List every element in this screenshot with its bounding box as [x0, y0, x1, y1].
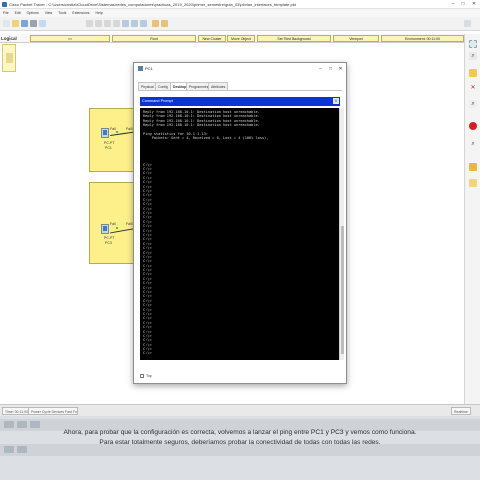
menu-tools[interactable]: Tools	[58, 11, 66, 15]
select-icon[interactable]	[469, 40, 477, 48]
complex-pdu-icon[interactable]	[469, 179, 477, 187]
save-icon[interactable]	[21, 20, 28, 27]
pc1-port-label: Fa0	[110, 127, 117, 131]
open-folder-icon[interactable]	[12, 20, 19, 27]
window-maximize-icon[interactable]: □	[326, 63, 335, 75]
redo-icon[interactable]	[113, 20, 120, 27]
command-prompt-title: Command Prompt	[142, 99, 173, 103]
window-minimize-icon[interactable]: –	[316, 63, 325, 75]
pc3-link-status-dot	[116, 227, 118, 229]
command-prompt-header: Command Prompt X	[140, 97, 340, 106]
command-prompt-close-button[interactable]: X	[333, 98, 339, 104]
end-devices-icon[interactable]	[17, 421, 27, 428]
zoom-reset-icon[interactable]	[131, 20, 138, 27]
maximize-icon[interactable]: □	[458, 0, 468, 9]
network-devices-icon[interactable]	[4, 421, 14, 428]
power-cycle-button[interactable]: Power Cycle Devices Fast Forward Time	[28, 407, 78, 415]
tab-physical[interactable]: Physical	[138, 82, 157, 90]
back-button[interactable]: <<	[30, 35, 110, 42]
draw-shape-icon[interactable]	[469, 122, 477, 130]
menu-view[interactable]: View	[45, 11, 53, 15]
menu-edit[interactable]: Edit	[15, 11, 21, 15]
window-title: Cisco Packet Tracer - C:\Users\cristia\i…	[9, 2, 296, 7]
navigation-panel[interactable]	[2, 44, 16, 72]
set-tiled-background-button[interactable]: Set Tiled Background	[257, 35, 331, 42]
pc1-device-icon[interactable]	[101, 128, 109, 138]
window-close-icon[interactable]: ✕	[336, 63, 345, 75]
device-type-selection-box: Ahora, para probar que la configuración …	[0, 416, 480, 480]
misc-icon[interactable]	[17, 446, 27, 453]
pc1-name-label: PC1	[105, 146, 112, 150]
menu-bar: File Edit Options View Tools Extensions …	[0, 9, 480, 17]
top-checkbox[interactable]: Top	[140, 374, 152, 379]
pc3-model-label: PC-PT	[104, 236, 115, 240]
inspect-icon[interactable]: ⌕	[469, 52, 477, 60]
menu-options[interactable]: Options	[27, 11, 39, 15]
new-file-icon[interactable]	[3, 20, 10, 27]
paste-icon[interactable]	[95, 20, 102, 27]
drawing-palette-icon[interactable]	[152, 20, 159, 27]
pc3-device-icon[interactable]	[101, 224, 109, 234]
new-cluster-button[interactable]: New Cluster	[198, 35, 226, 42]
terminal-line: C:\>	[143, 351, 152, 356]
custom-devices-icon[interactable]	[161, 20, 168, 27]
cluster-icon	[6, 53, 13, 63]
pc1-device-window: PC1 – □ ✕ Physical Config Desktop Progra…	[133, 62, 347, 384]
zoom-in-icon[interactable]	[122, 20, 129, 27]
zoom-icon[interactable]: ⌕	[469, 100, 477, 108]
subtitle-line-2: Para estar totalmente seguros, deberíamo…	[99, 439, 381, 446]
terminal-scrollbar-thumb[interactable]	[341, 226, 344, 354]
minimize-icon[interactable]: –	[448, 0, 458, 9]
subtitle-line-1: Ahora, para probar que la configuración …	[63, 429, 417, 436]
copy-icon[interactable]	[86, 20, 93, 27]
terminal-scrollbar[interactable]	[339, 108, 344, 360]
logical-mode-label[interactable]: Logical	[1, 34, 17, 43]
pc1-window-title: PC1	[145, 66, 153, 71]
time-display: Time: 00:11:00	[2, 407, 31, 415]
tab-config[interactable]: Config	[155, 82, 171, 90]
help-icon[interactable]	[464, 20, 471, 27]
top-checkbox-label: Top	[146, 374, 152, 378]
pc3-port-label: Fa0	[110, 222, 117, 226]
components-icon[interactable]	[30, 421, 40, 428]
viewport-button[interactable]: Viewport	[333, 35, 379, 42]
vlan-zone-top	[89, 108, 137, 172]
print-icon[interactable]	[30, 20, 37, 27]
root-breadcrumb[interactable]: Root	[112, 35, 196, 42]
pc1-window-titlebar[interactable]: PC1 – □ ✕	[134, 63, 346, 75]
main-toolbar	[0, 17, 480, 31]
pc-icon	[138, 66, 143, 71]
environment-button[interactable]: Environment: 00:11:00	[381, 35, 464, 42]
connections-icon[interactable]	[4, 446, 14, 453]
pc1-model-label: PC-PT	[104, 141, 115, 145]
simple-pdu-icon[interactable]	[469, 163, 477, 171]
tab-divider	[138, 90, 342, 91]
packet-tracer-icon	[2, 2, 7, 7]
common-tools-bar: ⌕ ✕ ⌕ ⌕	[464, 34, 480, 404]
close-icon[interactable]: ✕	[469, 0, 479, 9]
workspace-bar: Logical << Root New Cluster Move Object …	[0, 34, 464, 43]
zoom-out-icon[interactable]	[140, 20, 147, 27]
app-title-bar: Cisco Packet Tracer - C:\Users\cristia\i…	[0, 0, 480, 9]
menu-extensions[interactable]: Extensions	[72, 11, 89, 15]
realtime-mode-label[interactable]: Realtime	[451, 407, 471, 415]
delete-icon[interactable]: ✕	[469, 84, 477, 92]
menu-help[interactable]: Help	[95, 11, 102, 15]
realtime-bar: Time: 00:11:00 Power Cycle Devices Fast …	[0, 404, 480, 416]
move-object-button[interactable]: Move Object	[227, 35, 255, 42]
pc1-link-status-dot	[116, 131, 118, 133]
undo-icon[interactable]	[104, 20, 111, 27]
top-checkbox-box[interactable]	[140, 374, 144, 379]
menu-file[interactable]: File	[3, 11, 9, 15]
tab-attributes[interactable]: Attributes	[208, 82, 229, 90]
note-icon[interactable]	[469, 69, 477, 77]
activity-wizard-icon[interactable]	[39, 20, 46, 27]
command-prompt-terminal[interactable]: Reply from 192.168.10.1: Destination hos…	[140, 108, 339, 360]
pc3-name-label: PC3	[105, 241, 112, 245]
resize-shape-icon[interactable]: ⌕	[469, 140, 477, 148]
